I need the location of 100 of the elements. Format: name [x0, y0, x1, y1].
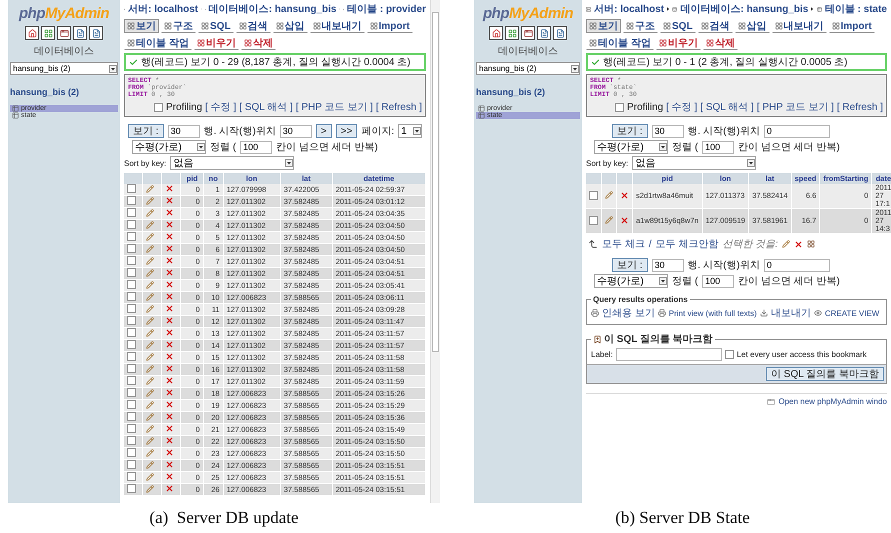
rows-input[interactable]: 30 — [652, 124, 684, 138]
checkbox[interactable] — [127, 436, 136, 445]
pencil-icon[interactable] — [146, 412, 154, 420]
checkbox[interactable] — [127, 472, 136, 481]
checkbox[interactable] — [127, 484, 136, 493]
checkbox[interactable] — [127, 340, 136, 349]
delete-icon[interactable] — [164, 184, 174, 193]
breadcrumb-link[interactable]: 데이터베이스: hansung_bis — [680, 2, 808, 16]
checkbox[interactable] — [615, 102, 624, 112]
pencil-icon[interactable] — [782, 240, 790, 248]
delete-icon[interactable] — [164, 460, 174, 469]
delete-icon[interactable] — [164, 208, 174, 217]
pencil-icon[interactable] — [146, 352, 154, 360]
checkbox[interactable] — [127, 388, 136, 397]
tab[interactable]: 검색 — [236, 19, 271, 33]
delete-icon[interactable] — [164, 364, 174, 373]
pencil-icon[interactable] — [146, 244, 154, 252]
pencil-icon[interactable] — [146, 388, 154, 396]
grid-icon[interactable] — [806, 240, 815, 248]
tab[interactable]: 삽입 — [272, 19, 308, 33]
page-button[interactable] — [73, 26, 87, 40]
show-button[interactable]: 보기 : — [612, 124, 648, 138]
database-dropdown[interactable]: hansung_bis (2) — [476, 62, 580, 75]
breadcrumb-link[interactable]: 데이터베이스: hansung_bis — [208, 2, 336, 16]
pencil-icon[interactable] — [146, 208, 154, 216]
checkbox[interactable] — [127, 208, 136, 217]
delete-icon[interactable] — [164, 256, 174, 265]
pencil-icon[interactable] — [146, 400, 154, 408]
checkbox[interactable] — [127, 196, 136, 205]
sort-dropdown[interactable]: 없음 — [170, 156, 294, 170]
checkbox[interactable] — [127, 220, 136, 229]
tab[interactable]: Import — [366, 19, 413, 33]
sql-action-link[interactable]: [ 수정 ] — [205, 100, 236, 114]
operation-link[interactable]: CREATE VIEW — [824, 308, 880, 318]
pencil-icon[interactable] — [146, 448, 154, 456]
tab[interactable]: 구조 — [161, 19, 196, 33]
checkbox[interactable] — [127, 316, 136, 325]
window-button[interactable] — [57, 26, 71, 40]
delete-icon[interactable] — [164, 412, 174, 421]
delete-icon[interactable] — [164, 292, 174, 301]
delete-icon[interactable] — [164, 304, 174, 313]
tab[interactable]: 보기 — [586, 19, 621, 33]
show-button[interactable]: 보기 : — [612, 258, 648, 272]
delete-icon[interactable] — [164, 244, 174, 253]
rows-input[interactable]: 30 — [168, 124, 200, 138]
breadcrumb-link[interactable]: 테이블 : state — [824, 2, 887, 16]
sql-action-link[interactable]: [ Refresh ] — [376, 102, 422, 112]
delete-icon[interactable] — [164, 388, 174, 397]
rows-input[interactable]: 30 — [652, 258, 684, 272]
checkbox[interactable] — [724, 350, 734, 359]
delete-icon[interactable] — [164, 376, 174, 385]
checkbox[interactable] — [127, 268, 136, 277]
checkbox[interactable] — [127, 304, 136, 313]
pencil-icon[interactable] — [146, 280, 154, 288]
breadcrumb-link[interactable]: 테이블 : provider — [347, 2, 426, 16]
delete-icon[interactable] — [164, 484, 174, 493]
operation-link[interactable]: 내보내기 — [770, 306, 811, 320]
operation-link[interactable]: Print view (with full texts) — [668, 308, 757, 318]
mode-dropdown[interactable]: 수평(가로) — [594, 274, 668, 288]
grid-button[interactable] — [505, 26, 519, 40]
tab[interactable]: 비우기 — [194, 36, 239, 50]
pencil-icon[interactable] — [146, 268, 154, 276]
checkbox[interactable] — [127, 328, 136, 337]
checkbox[interactable] — [589, 216, 598, 224]
pencil-icon[interactable] — [146, 364, 154, 372]
repeat-input[interactable]: 100 — [240, 140, 272, 154]
delete-icon[interactable] — [164, 340, 174, 349]
pencil-icon[interactable] — [146, 424, 154, 432]
checkbox[interactable] — [127, 424, 136, 433]
tab[interactable]: 보기 — [124, 19, 159, 33]
tab[interactable]: 비우기 — [656, 36, 701, 50]
checkbox[interactable] — [127, 460, 136, 469]
checkbox[interactable] — [127, 352, 136, 361]
next-page-button[interactable]: >> — [336, 124, 358, 138]
page-button[interactable] — [89, 26, 103, 40]
delete-icon[interactable] — [794, 240, 803, 248]
checkbox[interactable] — [589, 190, 598, 200]
delete-icon[interactable] — [164, 328, 174, 337]
delete-icon[interactable] — [164, 424, 174, 433]
tab[interactable]: SQL — [660, 19, 696, 33]
checkbox[interactable] — [127, 280, 136, 289]
show-button[interactable]: 보기 : — [128, 124, 164, 138]
pencil-icon[interactable] — [146, 328, 154, 336]
delete-icon[interactable] — [620, 216, 629, 224]
tab[interactable]: 검색 — [698, 19, 733, 33]
tab[interactable]: 내보내기 — [310, 19, 365, 33]
tab[interactable]: 테이블 작업 — [586, 36, 654, 50]
delete-icon[interactable] — [164, 352, 174, 361]
mode-dropdown[interactable]: 수평(가로) — [594, 140, 668, 154]
delete-icon[interactable] — [164, 220, 174, 229]
delete-icon[interactable] — [164, 316, 174, 325]
pencil-icon[interactable] — [146, 256, 154, 264]
delete-icon[interactable] — [164, 196, 174, 205]
checkbox[interactable] — [127, 244, 136, 253]
page-button[interactable] — [537, 26, 551, 40]
pencil-icon[interactable] — [146, 316, 154, 324]
pencil-icon[interactable] — [146, 340, 154, 348]
checkbox[interactable] — [127, 256, 136, 265]
start-input[interactable]: 0 — [764, 258, 830, 272]
delete-icon[interactable] — [164, 436, 174, 445]
